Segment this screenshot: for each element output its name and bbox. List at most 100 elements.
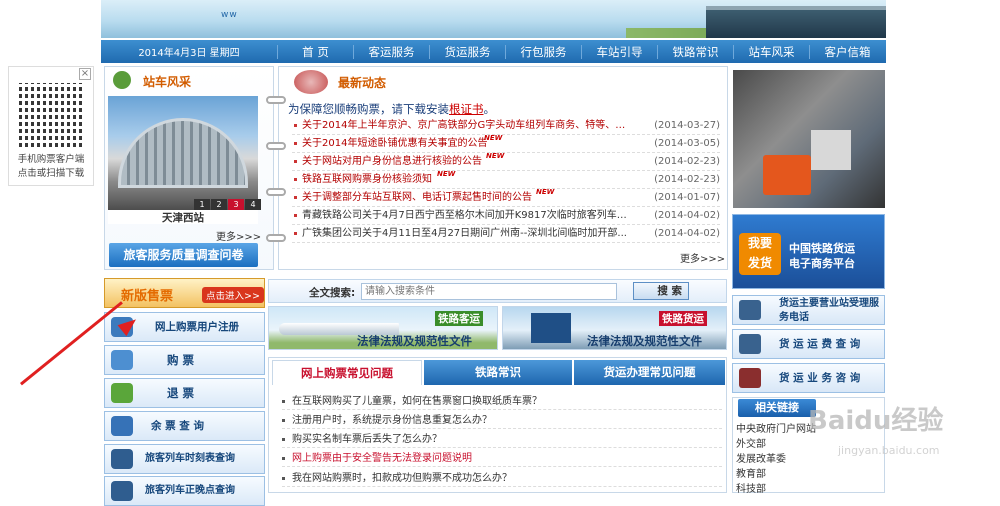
pager-3[interactable]: 3 [228, 199, 244, 210]
nav-home[interactable]: 首 页 [277, 44, 353, 59]
faq-item[interactable]: 我在网站购票时，扣款成功但购票不成功怎么办？ [282, 470, 722, 487]
station-dome-graphic [118, 118, 248, 188]
faq-item-text[interactable]: 购买实名制车票后丢失了怎么办？ [282, 434, 442, 445]
freight-phone-label: 货运主要营业站受理服务电话 [779, 298, 879, 323]
news-title: 最新动态 [338, 76, 387, 90]
cert-notice-suffix: 。 [483, 102, 496, 116]
cert-link[interactable]: 根证书 [449, 102, 484, 116]
link-central-gov[interactable]: 中央政府门户网站 [736, 422, 816, 437]
news-item[interactable]: 关于2014年上半年京沪、京广高铁部分G字头动车组列车商务、特等、一... (20… [292, 117, 720, 135]
faq-item-text[interactable]: 在互联网购买了儿童票，如何在售票窗口换取纸质车票？ [282, 396, 542, 407]
ecommerce-banner[interactable]: 我要 发货 中国铁路货运 电子商务平台 [732, 214, 885, 289]
new-ticketing-panel[interactable]: 新版售票 点击进入>> [104, 278, 265, 308]
qr-code-image[interactable] [19, 83, 83, 147]
link-education[interactable]: 教育部 [736, 467, 816, 482]
freight-consult-button[interactable]: 货 运 业 务 咨 询 [732, 363, 885, 393]
freight-warehouse-photo[interactable] [733, 70, 885, 208]
related-links-list: 中央政府门户网站 外交部 发展改革委 教育部 科技部 [736, 422, 816, 497]
faq-item[interactable]: 网上购票由于安全警告无法登录问题说明 [282, 450, 722, 467]
nav-passenger-service[interactable]: 客运服务 [353, 44, 429, 59]
nav-railway-knowledge[interactable]: 铁路常识 [657, 44, 733, 59]
pager-4[interactable]: 4 [245, 199, 261, 210]
freight-locomotive-graphic [531, 313, 571, 343]
delay-query-label: 旅客列车正晚点查询 [145, 485, 235, 496]
calculator-icon [739, 334, 761, 354]
timetable-button[interactable]: 旅客列车时刻表查询 [104, 444, 265, 474]
faq-item[interactable]: 在互联网购买了儿童票，如何在售票窗口换取纸质车票？ [282, 393, 722, 410]
tab-railway-knowledge[interactable]: 铁路常识 [424, 360, 572, 385]
banner-logo-text: ww [221, 10, 238, 20]
news-more-link[interactable]: 更多>>> [680, 250, 725, 265]
baidu-watermark: Baidu经验 [808, 406, 944, 436]
link-foreign-affairs[interactable]: 外交部 [736, 437, 816, 452]
freight-fee-button[interactable]: 货 运 运 费 查 询 [732, 329, 885, 359]
delay-query-button[interactable]: 旅客列车正晚点查询 [104, 476, 265, 506]
new-ticketing-label: 新版售票 [121, 289, 174, 304]
nav-station-gallery[interactable]: 站车风采 [733, 44, 809, 59]
faq-item-text[interactable]: 我在网站购票时，扣款成功但购票不成功怎么办？ [282, 473, 512, 484]
photo-pager: 1 2 3 4 [193, 199, 261, 210]
search-input[interactable] [361, 283, 617, 300]
remaining-tickets-label: 余 票 查 询 [151, 420, 204, 432]
ring [266, 96, 286, 104]
news-item[interactable]: 铁路互联网购票身份核验须知 (2014-02-23) [292, 171, 720, 189]
close-icon[interactable]: × [79, 68, 91, 80]
new-badge: NEW [484, 134, 503, 142]
qr-download-panel[interactable]: × 手机购票客户端 点击或扫描下载 [8, 66, 94, 186]
news-item[interactable]: 关于2014年短途卧铺优惠有关事宜的公告 (2014-03-05) [292, 135, 720, 153]
freight-phone-button[interactable]: 货运主要营业站受理服务电话 [732, 295, 885, 325]
qr-caption-line2: 点击或扫描下载 [17, 168, 85, 179]
train-icon [111, 449, 133, 469]
news-item-title[interactable]: 关于网站对用户身份信息进行核验的公告 [302, 153, 492, 171]
bullet-icon [294, 214, 297, 217]
nav-luggage-service[interactable]: 行包服务 [505, 44, 581, 59]
news-item[interactable]: 关于网站对用户身份信息进行核验的公告 (2014-02-23) [292, 153, 720, 171]
passenger-law-subtitle: 法律法规及规范性文件 [357, 334, 472, 348]
station-photo[interactable] [108, 96, 258, 210]
search-button[interactable]: 搜 索 [633, 282, 689, 300]
news-item-date: (2014-03-05) [654, 138, 720, 149]
faq-item-text[interactable]: 网上购票由于安全警告无法登录问题说明 [282, 453, 472, 464]
click-enter-button[interactable]: 点击进入>> [202, 287, 264, 303]
search-button-label: 搜 索 [657, 285, 682, 297]
tab-online-ticket-faq[interactable]: 网上购票常见问题 [272, 360, 422, 385]
station-more-link[interactable]: 更多>>> [216, 228, 261, 243]
remaining-tickets-button[interactable]: 余 票 查 询 [104, 411, 265, 441]
tab-freight-faq[interactable]: 货运办理常见问题 [574, 360, 725, 385]
bullet-icon [294, 232, 297, 235]
faq-item[interactable]: 注册用户时，系统提示身份信息重复怎么办？ [282, 412, 722, 429]
pager-1[interactable]: 1 [194, 199, 210, 210]
news-item-title[interactable]: 广铁集团公司关于4月11日至4月27日期间广州南--深圳北间临时加开部... [302, 225, 632, 243]
news-item-title[interactable]: 关于2014年上半年京沪、京广高铁部分G字头动车组列车商务、特等、一... [302, 117, 632, 135]
new-badge: NEW [486, 152, 505, 160]
link-ndrc[interactable]: 发展改革委 [736, 452, 816, 467]
news-item-title[interactable]: 铁路互联网购票身份核验须知 [302, 171, 442, 189]
banner-train-image [706, 6, 886, 38]
buy-ticket-label: 购 票 [167, 353, 195, 367]
faq-item-text[interactable]: 注册用户时，系统提示身份信息重复怎么办？ [282, 415, 492, 426]
freight-law-banner[interactable]: 铁路货运 法律法规及规范性文件 [502, 306, 727, 350]
nav-station-guide[interactable]: 车站引导 [581, 44, 657, 59]
register-label: 网上购票用户注册 [155, 321, 239, 333]
news-item[interactable]: 广铁集团公司关于4月11日至4月27日期间广州南--深圳北间临时加开部... (2… [292, 225, 720, 243]
nav-customer-mailbox[interactable]: 客户信箱 [809, 44, 885, 59]
faq-item[interactable]: 购买实名制车票后丢失了怎么办？ [282, 431, 722, 448]
pager-2[interactable]: 2 [211, 199, 227, 210]
news-item[interactable]: 关于调整部分车站互联网、电话订票起售时间的公告 (2014-01-07) [292, 189, 720, 207]
ring [266, 234, 286, 242]
top-banner: ww [101, 0, 886, 38]
station-photo-caption: 天津西站 [108, 210, 258, 224]
news-item-date: (2014-04-02) [654, 210, 720, 221]
refund-button[interactable]: 退 票 [104, 378, 265, 408]
passenger-law-title: 铁路客运 [435, 311, 483, 326]
buy-ticket-button[interactable]: 购 票 [104, 345, 265, 375]
link-science[interactable]: 科技部 [736, 482, 816, 497]
survey-button[interactable]: 旅客服务质量调查问卷 [109, 243, 258, 267]
news-item-title[interactable]: 关于2014年短途卧铺优惠有关事宜的公告 [302, 135, 492, 153]
news-item-title[interactable]: 青藏铁路公司关于4月7日西宁西至格尔木间加开K9817次临时旅客列车的... [302, 207, 632, 225]
passenger-law-banner[interactable]: 铁路客运 法律法规及规范性文件 [268, 306, 498, 350]
news-item-title[interactable]: 关于调整部分车站互联网、电话订票起售时间的公告 [302, 189, 542, 207]
nav-freight-service[interactable]: 货运服务 [429, 44, 505, 59]
news-item[interactable]: 青藏铁路公司关于4月7日西宁西至格尔木间加开K9817次临时旅客列车的... (2… [292, 207, 720, 225]
related-links-title: 相关链接 [738, 399, 816, 417]
